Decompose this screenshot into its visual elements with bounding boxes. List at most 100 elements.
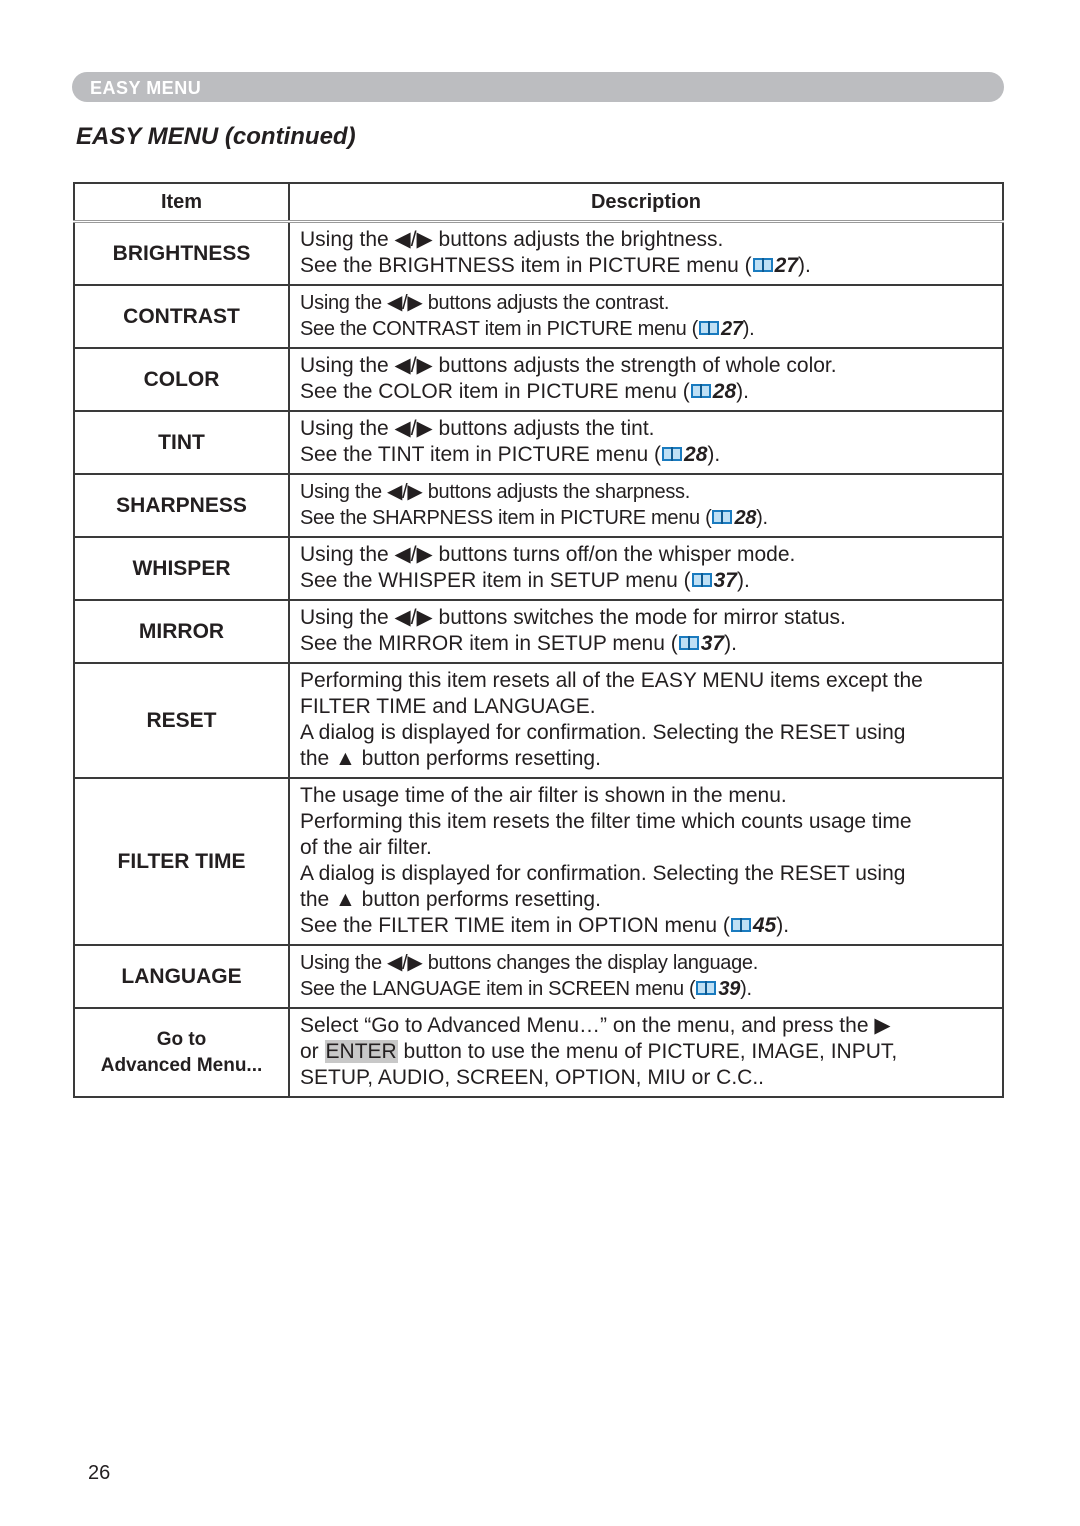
description-line: the ▲ button performs resetting. (300, 888, 601, 911)
book-icon (699, 321, 720, 335)
reference-text: See the CONTRAST item in PICTURE menu ( (300, 318, 699, 340)
page-reference[interactable]: 27 (775, 254, 798, 277)
column-header-item: Item (73, 182, 290, 223)
book-icon (662, 447, 683, 461)
item-description: Using the ◀/▶ buttons adjusts the streng… (288, 347, 1004, 412)
reference-suffix: ). (756, 507, 768, 529)
description-line: of the air filter. (300, 836, 432, 859)
reference-line: See the MIRROR item in SETUP menu ( 37). (300, 631, 1002, 657)
page-number: 26 (88, 1462, 111, 1484)
reference-line: See the CONTRAST item in PICTURE menu ( 2… (300, 316, 1002, 342)
item-description: Using the ◀/▶ buttons changes the displa… (288, 944, 1004, 1009)
page-title: EASY MENU (continued) (76, 123, 356, 150)
description-line: Select “Go to Advanced Menu…” on the men… (300, 1014, 891, 1037)
item-description: Using the ◀/▶ buttons adjusts the sharpn… (288, 473, 1004, 538)
book-icon (691, 573, 712, 587)
page-reference[interactable]: 27 (721, 318, 743, 340)
item-name: CONTRAST (73, 284, 290, 349)
book-icon (696, 981, 717, 995)
reference-text: See the WHISPER item in SETUP menu ( (300, 569, 691, 592)
item-description: Select “Go to Advanced Menu…” on the men… (288, 1007, 1004, 1098)
reference-suffix: ). (724, 632, 737, 655)
item-name-line: Advanced Menu... (100, 1054, 263, 1076)
reference-text: See the MIRROR item in SETUP menu ( (300, 632, 678, 655)
table-row-go-to-advanced-menu: Go to Advanced Menu... Select “Go to Adv… (73, 1007, 1004, 1098)
item-description: Using the ◀/▶ buttons adjusts the tint. … (288, 410, 1004, 475)
description-text: or (300, 1040, 325, 1063)
reference-line: See the SHARPNESS item in PICTURE menu (… (300, 505, 1002, 531)
description-line: A dialog is displayed for confirmation. … (300, 862, 906, 885)
item-name: RESET (73, 662, 290, 779)
book-icon (752, 258, 773, 272)
page-reference[interactable]: 45 (753, 914, 776, 937)
page-reference[interactable]: 39 (718, 978, 740, 1000)
reference-text: See the LANGUAGE item in SCREEN menu ( (300, 978, 696, 1000)
page-reference[interactable]: 37 (714, 569, 737, 592)
description-line: Performing this item resets the filter t… (300, 810, 912, 833)
item-description: Using the ◀/▶ buttons turns off/on the w… (288, 536, 1004, 601)
table-row-brightness: BRIGHTNESS Using the ◀/▶ buttons adjusts… (73, 220, 1004, 286)
reference-line: See the LANGUAGE item in SCREEN menu ( 39… (300, 976, 1002, 1002)
reference-suffix: ). (736, 380, 749, 403)
item-name: WHISPER (73, 536, 290, 601)
table-row-language: LANGUAGE Using the ◀/▶ buttons changes t… (73, 944, 1004, 1009)
easy-menu-table: Item Description BRIGHTNESS Using the ◀/… (73, 182, 1004, 1098)
page-reference[interactable]: 37 (701, 632, 724, 655)
item-name: TINT (73, 410, 290, 475)
reference-line: See the TINT item in PICTURE menu ( 28). (300, 442, 1002, 468)
reference-line: See the COLOR item in PICTURE menu ( 28). (300, 379, 1002, 405)
reference-text: See the COLOR item in PICTURE menu ( (300, 380, 690, 403)
description-line: Performing this item resets all of the E… (300, 669, 923, 692)
description-line: SETUP, AUDIO, SCREEN, OPTION, MIU or C.C… (300, 1066, 765, 1089)
reference-suffix: ). (742, 318, 755, 340)
description-line: Using the ◀/▶ buttons adjusts the streng… (300, 354, 837, 377)
description-line: Using the ◀/▶ buttons switches the mode … (300, 606, 846, 629)
item-name: FILTER TIME (73, 777, 290, 946)
description-line: Using the ◀/▶ buttons adjusts the sharpn… (300, 481, 691, 503)
item-description: Using the ◀/▶ buttons switches the mode … (288, 599, 1004, 664)
reference-text: See the TINT item in PICTURE menu ( (300, 443, 662, 466)
description-line: FILTER TIME and LANGUAGE. (300, 695, 596, 718)
table-row-tint: TINT Using the ◀/▶ buttons adjusts the t… (73, 410, 1004, 475)
reference-line: See the FILTER TIME item in OPTION menu … (300, 913, 1002, 939)
table-header-row: Item Description (73, 182, 1004, 223)
reference-suffix: ). (736, 569, 750, 592)
page-reference[interactable]: 28 (734, 507, 756, 529)
reference-text: See the SHARPNESS item in PICTURE menu ( (300, 507, 712, 529)
item-description: Performing this item resets all of the E… (288, 662, 1004, 779)
description-line: Using the ◀/▶ buttons changes the displa… (300, 952, 758, 974)
book-icon (712, 510, 733, 524)
reference-line: See the WHISPER item in SETUP menu ( 37). (300, 568, 1002, 594)
table-row-reset: RESET Performing this item resets all of… (73, 662, 1004, 779)
description-line: A dialog is displayed for confirmation. … (300, 721, 906, 744)
description-line: Using the ◀/▶ buttons adjusts the tint. (300, 417, 655, 440)
item-description: The usage time of the air filter is show… (288, 777, 1004, 946)
page-reference[interactable]: 28 (713, 380, 736, 403)
table-row-whisper: WHISPER Using the ◀/▶ buttons turns off/… (73, 536, 1004, 601)
table-row-sharpness: SHARPNESS Using the ◀/▶ buttons adjusts … (73, 473, 1004, 538)
page-reference[interactable]: 28 (684, 443, 707, 466)
reference-suffix: ). (798, 254, 811, 277)
reference-line: See the BRIGHTNESS item in PICTURE menu … (300, 253, 1002, 279)
column-header-description: Description (288, 182, 1004, 223)
book-icon (730, 918, 751, 932)
reference-suffix: ). (740, 978, 752, 1000)
reference-suffix: ). (707, 443, 721, 466)
item-description: Using the ◀/▶ buttons adjusts the contra… (288, 284, 1004, 349)
item-name: COLOR (73, 347, 290, 412)
item-name: SHARPNESS (73, 473, 290, 538)
item-name: MIRROR (73, 599, 290, 664)
description-line: Using the ◀/▶ buttons turns off/on the w… (300, 543, 796, 566)
book-icon (690, 384, 711, 398)
description-line: The usage time of the air filter is show… (300, 784, 787, 807)
item-name: Go to Advanced Menu... (73, 1007, 290, 1098)
description-line: or ENTER button to use the menu of PICTU… (300, 1039, 1002, 1065)
description-line: Using the ◀/▶ buttons adjusts the bright… (300, 228, 724, 251)
description-text: button to use the menu of PICTURE, IMAGE… (397, 1040, 898, 1063)
item-name-line: Go to (156, 1028, 207, 1050)
book-icon (678, 636, 699, 650)
enter-key-label: ENTER (324, 1040, 398, 1063)
reference-text: See the BRIGHTNESS item in PICTURE menu … (300, 254, 752, 277)
item-description: Using the ◀/▶ buttons adjusts the bright… (288, 220, 1004, 286)
table-row-contrast: CONTRAST Using the ◀/▶ buttons adjusts t… (73, 284, 1004, 349)
